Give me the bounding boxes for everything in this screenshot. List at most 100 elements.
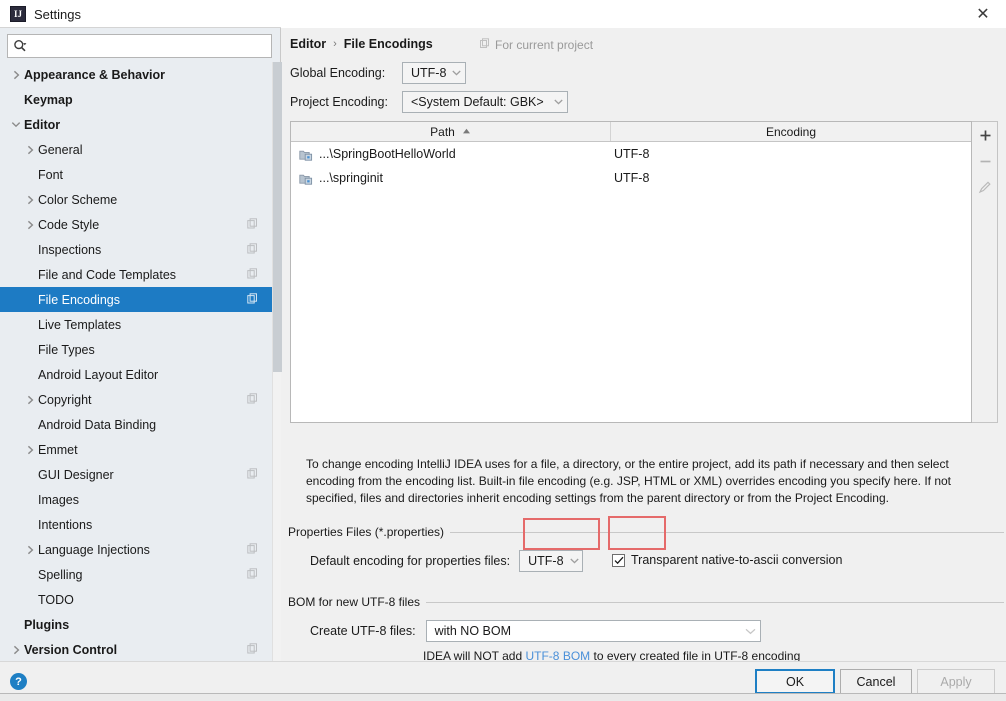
sort-ascending-icon: [462, 128, 471, 135]
apply-button[interactable]: Apply: [917, 669, 995, 694]
sidebar-item-label: Emmet: [38, 442, 78, 457]
copy-settings-icon[interactable]: [247, 267, 258, 282]
sidebar-item-intentions[interactable]: Intentions: [0, 512, 272, 537]
table-cell-path-text: ...\SpringBootHelloWorld: [319, 147, 456, 161]
edit-row-button[interactable]: [972, 174, 998, 200]
global-encoding-label: Global Encoding:: [290, 66, 386, 80]
copy-settings-icon[interactable]: [247, 642, 258, 657]
sidebar-scrollbar-thumb[interactable]: [273, 62, 282, 372]
sidebar-item-label: File Encodings: [38, 292, 120, 307]
table-cell-path: ...\springinit: [291, 171, 611, 185]
chevron-right-icon[interactable]: [22, 442, 38, 458]
create-utf8-files-dropdown[interactable]: with NO BOM: [425, 620, 761, 642]
add-row-button[interactable]: [972, 122, 998, 148]
sidebar-item-font[interactable]: Font: [0, 162, 272, 187]
sidebar-item-keymap[interactable]: Keymap: [0, 87, 272, 112]
sidebar-item-general[interactable]: General: [0, 137, 272, 162]
sidebar-item-live-templates[interactable]: Live Templates: [0, 312, 272, 337]
chevron-down-icon: [569, 558, 579, 564]
sidebar-item-label: File Types: [38, 342, 95, 357]
copy-settings-icon[interactable]: [247, 292, 258, 307]
sidebar-item-copyright[interactable]: Copyright: [0, 387, 272, 412]
sidebar-item-label: Code Style: [38, 217, 100, 232]
sidebar-item-label: Images: [38, 492, 79, 507]
sidebar-item-file-types[interactable]: File Types: [0, 337, 272, 362]
native-to-ascii-checkbox[interactable]: [612, 553, 625, 567]
chevron-right-icon[interactable]: [22, 542, 38, 558]
chevron-right-icon[interactable]: [8, 642, 24, 658]
copy-settings-icon[interactable]: [247, 392, 258, 407]
native-to-ascii-checkbox-row[interactable]: Transparent native-to-ascii conversion: [612, 553, 842, 567]
sidebar-item-android-data-binding[interactable]: Android Data Binding: [0, 412, 272, 437]
sidebar-item-label: Android Data Binding: [38, 417, 157, 432]
sidebar-item-plugins[interactable]: Plugins: [0, 612, 272, 637]
table-row[interactable]: ...\springinit UTF-8: [291, 166, 971, 190]
chevron-right-icon[interactable]: [22, 392, 38, 408]
chevron-right-icon[interactable]: [22, 142, 38, 158]
table-row[interactable]: ...\SpringBootHelloWorld UTF-8: [291, 142, 971, 166]
sidebar-item-android-layout-editor[interactable]: Android Layout Editor: [0, 362, 272, 387]
copy-settings-icon[interactable]: [247, 542, 258, 557]
chevron-down-icon[interactable]: [8, 117, 24, 133]
sidebar-item-spelling[interactable]: Spelling: [0, 562, 272, 587]
cancel-button[interactable]: Cancel: [840, 669, 912, 694]
search-input[interactable]: [32, 36, 271, 56]
properties-encoding-value: UTF-8: [528, 554, 564, 568]
ok-button[interactable]: OK: [755, 669, 835, 694]
properties-files-group-header: Properties Files (*.properties): [288, 525, 1004, 539]
close-icon[interactable]: ✕: [960, 0, 1006, 28]
sidebar-item-label: Intentions: [38, 517, 93, 532]
table-body: ...\SpringBootHelloWorld UTF-8 ...\springi…: [291, 142, 971, 190]
chevron-right-icon[interactable]: [22, 217, 38, 233]
table-cell-encoding[interactable]: UTF-8: [611, 171, 971, 185]
column-header-path[interactable]: Path: [291, 122, 611, 141]
project-encoding-dropdown[interactable]: <System Default: GBK>: [402, 91, 568, 113]
column-header-encoding[interactable]: Encoding: [611, 122, 971, 141]
help-icon[interactable]: ?: [10, 673, 27, 690]
table-cell-encoding[interactable]: UTF-8: [611, 147, 971, 161]
sidebar-item-label: File and Code Templates: [38, 267, 177, 282]
column-header-path-label: Path: [430, 124, 455, 139]
global-encoding-dropdown[interactable]: UTF-8: [402, 62, 466, 84]
sidebar-item-label: Editor: [24, 117, 61, 132]
search-box[interactable]: [7, 34, 272, 58]
sidebar-item-inspections[interactable]: Inspections: [0, 237, 272, 262]
sidebar-item-editor[interactable]: Editor: [0, 112, 272, 137]
copy-settings-icon[interactable]: [247, 242, 258, 257]
sidebar-item-label: TODO: [38, 592, 74, 607]
chevron-right-icon[interactable]: [8, 67, 24, 83]
copy-settings-icon[interactable]: [247, 467, 258, 482]
sidebar-scrollbar-track[interactable]: [272, 62, 282, 661]
sidebar-item-todo[interactable]: TODO: [0, 587, 272, 612]
sidebar-item-version-control[interactable]: Version Control: [0, 637, 272, 661]
sidebar-item-language-injections[interactable]: Language Injections: [0, 537, 272, 562]
copy-settings-icon[interactable]: [247, 217, 258, 232]
sidebar-item-images[interactable]: Images: [0, 487, 272, 512]
sidebar-item-code-style[interactable]: Code Style: [0, 212, 272, 237]
sidebar-item-label: Copyright: [38, 392, 92, 407]
sidebar-item-appearance-behavior[interactable]: Appearance & Behavior: [0, 62, 272, 87]
sidebar-item-label: Live Templates: [38, 317, 122, 332]
create-utf8-files-value: with NO BOM: [434, 624, 511, 638]
project-scope-icon: [479, 38, 490, 52]
sidebar-item-label: Color Scheme: [38, 192, 118, 207]
sidebar-item-label: Spelling: [38, 567, 83, 582]
sidebar-item-gui-designer[interactable]: GUI Designer: [0, 462, 272, 487]
sidebar-item-emmet[interactable]: Emmet: [0, 437, 272, 462]
sidebar-item-file-encodings[interactable]: File Encodings: [0, 287, 272, 312]
breadcrumb-parent[interactable]: Editor: [290, 37, 326, 51]
chevron-right-icon[interactable]: [22, 192, 38, 208]
sidebar-item-file-and-code-templates[interactable]: File and Code Templates: [0, 262, 272, 287]
table-cell-path-text: ...\springinit: [319, 171, 383, 185]
folder-module-icon: [299, 172, 313, 185]
properties-encoding-dropdown[interactable]: UTF-8: [519, 550, 584, 572]
column-header-encoding-label: Encoding: [765, 124, 817, 139]
search-icon: [8, 35, 32, 57]
remove-row-button[interactable]: [972, 148, 998, 174]
sidebar-item-color-scheme[interactable]: Color Scheme: [0, 187, 272, 212]
copy-settings-icon[interactable]: [247, 567, 258, 582]
